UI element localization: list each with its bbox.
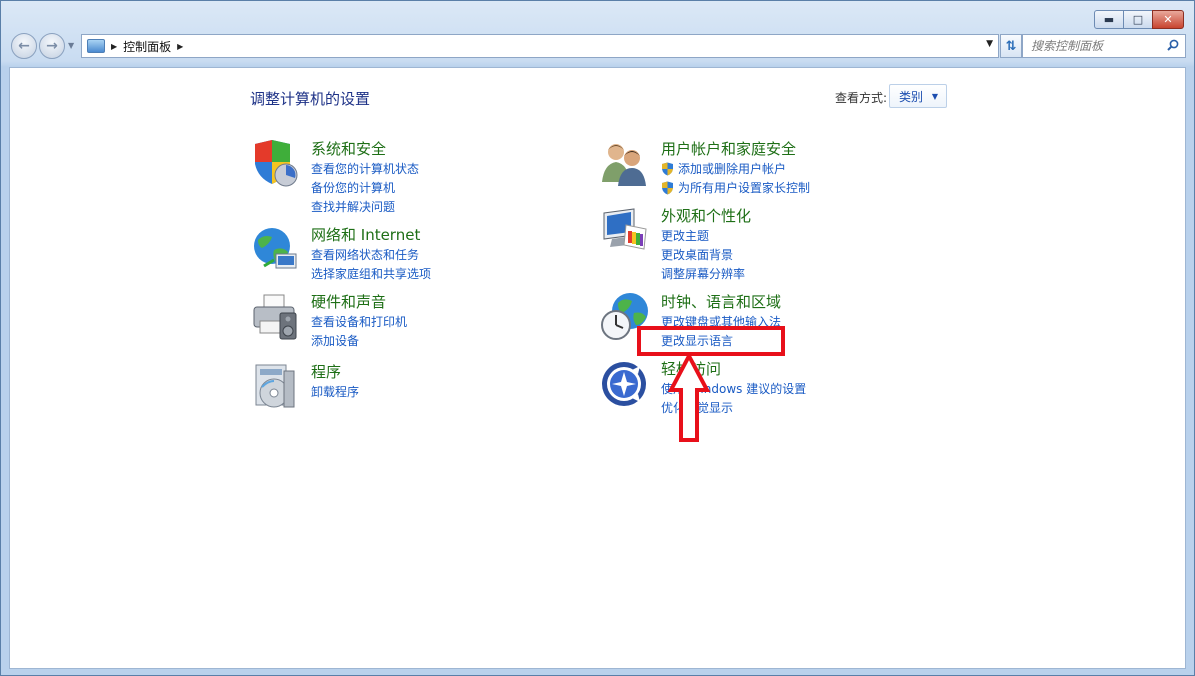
- breadcrumb-arrow-icon[interactable]: ▶: [111, 42, 117, 51]
- category-system-security: 系统和安全 查看您的计算机状态 备份您的计算机 查找并解决问题: [250, 138, 550, 218]
- category-title[interactable]: 网络和 Internet: [311, 224, 420, 245]
- annotation-up-arrow-icon: [667, 352, 711, 442]
- link-backup-computer[interactable]: 备份您的计算机: [311, 179, 395, 196]
- window-controls: ▬ □ ✕: [1094, 10, 1184, 29]
- navigation-bar: ← → ▼ ▶ 控制面板 ▶ ▼ ⇅: [9, 33, 1186, 59]
- category-network-internet: 网络和 Internet 查看网络状态和任务 选择家庭组和共享选项: [250, 224, 550, 284]
- category-title[interactable]: 系统和安全: [311, 138, 386, 159]
- breadcrumb-arrow-icon[interactable]: ▶: [177, 42, 183, 51]
- category-title[interactable]: 外观和个性化: [661, 205, 751, 226]
- link-adjust-resolution[interactable]: 调整屏幕分辨率: [661, 265, 745, 282]
- close-button[interactable]: ✕: [1152, 10, 1184, 29]
- maximize-button[interactable]: □: [1123, 10, 1153, 29]
- forward-button[interactable]: →: [39, 33, 65, 59]
- link-homegroup-sharing[interactable]: 选择家庭组和共享选项: [311, 265, 431, 282]
- arrow-right-icon: →: [46, 38, 58, 54]
- category-ease-of-access: 轻松访问 使用 Windows 建议的设置 优化视觉显示: [600, 358, 900, 418]
- link-change-desktop-background[interactable]: 更改桌面背景: [661, 246, 733, 263]
- link-add-remove-accounts[interactable]: 添加或删除用户帐户: [661, 160, 786, 177]
- category-title[interactable]: 程序: [311, 361, 341, 382]
- link-label: 添加或删除用户帐户: [678, 162, 787, 176]
- back-button[interactable]: ←: [11, 33, 37, 59]
- link-troubleshoot[interactable]: 查找并解决问题: [311, 198, 395, 215]
- category-title[interactable]: 硬件和声音: [311, 291, 386, 312]
- search-box[interactable]: [1022, 34, 1186, 58]
- control-panel-icon: [87, 39, 105, 53]
- category-title[interactable]: 用户帐户和家庭安全: [661, 138, 796, 159]
- recent-pages-dropdown[interactable]: ▼: [68, 41, 74, 50]
- address-dropdown-icon[interactable]: ▼: [986, 39, 993, 49]
- refresh-icon: ⇅: [1005, 38, 1017, 54]
- monitor-palette-icon[interactable]: [600, 205, 650, 255]
- link-network-status[interactable]: 查看网络状态和任务: [311, 246, 419, 263]
- view-by-select[interactable]: 类别 ▼: [889, 84, 947, 108]
- category-programs: 程序 卸载程序: [250, 361, 550, 411]
- programs-icon[interactable]: [250, 361, 300, 411]
- link-add-device[interactable]: 添加设备: [311, 332, 359, 349]
- users-icon[interactable]: [600, 138, 650, 188]
- chevron-down-icon: ▼: [931, 92, 938, 101]
- maximize-icon: □: [1132, 13, 1144, 26]
- link-parental-controls[interactable]: 为所有用户设置家长控制: [661, 179, 810, 196]
- main-content: 调整计算机的设置 查看方式: 类别 ▼ 系统和安全 查看您的计算机状态 备份您的…: [9, 67, 1186, 669]
- arrow-left-icon: ←: [18, 38, 30, 54]
- category-user-accounts: 用户帐户和家庭安全 添加或删除用户帐户 为所有用户设置家长控制: [600, 138, 920, 198]
- category-hardware-sound: 硬件和声音 查看设备和打印机 添加设备: [250, 291, 550, 351]
- breadcrumb-control-panel[interactable]: 控制面板: [123, 38, 171, 55]
- ease-of-access-icon[interactable]: [600, 358, 650, 408]
- category-appearance: 外观和个性化 更改主题 更改桌面背景 调整屏幕分辨率: [600, 205, 900, 285]
- shield-icon[interactable]: [250, 138, 300, 188]
- globe-network-icon[interactable]: [250, 224, 300, 274]
- view-by-value: 类别: [899, 89, 924, 104]
- minimize-icon: ▬: [1103, 13, 1115, 26]
- link-uninstall-program[interactable]: 卸载程序: [311, 383, 359, 400]
- page-title: 调整计算机的设置: [250, 90, 371, 108]
- annotation-highlight-box: [637, 326, 785, 356]
- minimize-button[interactable]: ▬: [1094, 10, 1124, 29]
- link-devices-printers[interactable]: 查看设备和打印机: [311, 313, 407, 330]
- uac-shield-icon: [662, 162, 673, 175]
- control-panel-window: ▬ □ ✕ ← → ▼ ▶ 控制面板 ▶ ▼ ⇅ 调整计算机的设置 查看方式: …: [0, 0, 1195, 676]
- link-label: 为所有用户设置家长控制: [678, 181, 811, 195]
- address-bar[interactable]: ▶ 控制面板 ▶ ▼: [81, 34, 999, 58]
- link-change-theme[interactable]: 更改主题: [661, 227, 709, 244]
- category-title[interactable]: 时钟、语言和区域: [661, 291, 781, 312]
- search-icon[interactable]: [1167, 39, 1179, 51]
- view-by-label: 查看方式:: [835, 91, 888, 105]
- refresh-button[interactable]: ⇅: [1000, 34, 1022, 58]
- link-view-computer-status[interactable]: 查看您的计算机状态: [311, 160, 419, 177]
- close-icon: ✕: [1163, 13, 1173, 26]
- search-input[interactable]: [1031, 39, 1161, 53]
- uac-shield-icon: [662, 181, 673, 194]
- printer-icon[interactable]: [250, 291, 300, 341]
